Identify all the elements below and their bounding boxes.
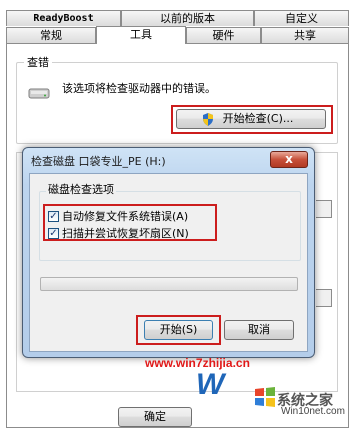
check-disk-dialog: 检查磁盘 口袋专业_PE (H:) x 磁盘检查选项 ✓ 自动修复文件系统错误(… bbox=[22, 147, 315, 358]
tab-readyboost[interactable]: ReadyBoost bbox=[6, 10, 121, 26]
watermark-logo-right-sub: Win10net.com bbox=[281, 406, 345, 417]
dialog-body: 磁盘检查选项 ✓ 自动修复文件系统错误(A) ✓ 扫描并尝试恢复坏扇区(N) 开… bbox=[29, 173, 308, 352]
highlight-start bbox=[136, 315, 221, 345]
highlight-options bbox=[43, 204, 217, 241]
cancel-button[interactable]: 取消 bbox=[224, 320, 294, 340]
background-button-1[interactable] bbox=[316, 200, 332, 218]
close-icon[interactable]: x bbox=[270, 151, 308, 168]
dialog-title: 检查磁盘 口袋专业_PE (H:) bbox=[31, 155, 166, 168]
watermark-logo-left: W bbox=[196, 368, 224, 401]
progress-bar bbox=[40, 277, 298, 291]
error-check-description: 该选项将检查驱动器中的错误。 bbox=[62, 82, 216, 95]
background-button-2[interactable] bbox=[316, 289, 332, 307]
tab-sharing[interactable]: 共享 bbox=[261, 27, 349, 43]
ok-button[interactable]: 确定 bbox=[118, 407, 192, 427]
windows-logo-icon bbox=[254, 386, 276, 411]
tab-previous-versions[interactable]: 以前的版本 bbox=[121, 10, 254, 26]
error-check-title: 查错 bbox=[24, 54, 52, 70]
tab-hardware[interactable]: 硬件 bbox=[186, 27, 261, 43]
drive-icon bbox=[28, 86, 50, 103]
disk-options-title: 磁盘检查选项 bbox=[46, 181, 116, 197]
highlight-start-check bbox=[171, 105, 333, 134]
tab-general[interactable]: 常规 bbox=[6, 27, 96, 43]
tab-tools[interactable]: 工具 bbox=[96, 26, 186, 44]
tab-customize[interactable]: 自定义 bbox=[254, 10, 349, 26]
